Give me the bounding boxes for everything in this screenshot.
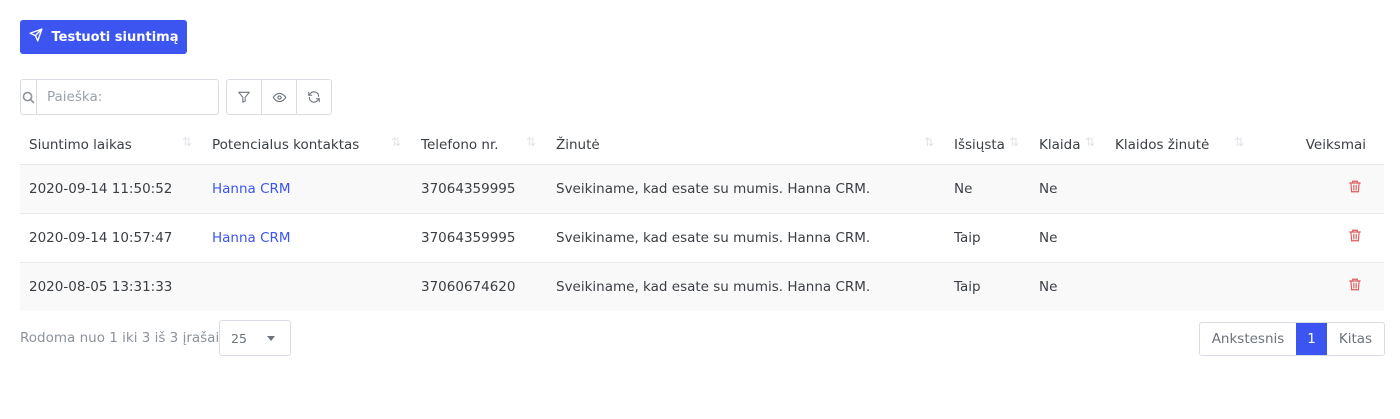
column-header-time[interactable]: Siuntimo laikas ⇅ — [20, 126, 203, 165]
cell-contact — [203, 262, 412, 311]
column-header-contact[interactable]: Potencialus kontaktas ⇅ — [203, 126, 412, 165]
paper-plane-icon — [28, 28, 43, 46]
sort-icon: ⇅ — [1233, 135, 1244, 149]
page-size-value: 25 — [231, 330, 247, 346]
sms-log-table: Siuntimo laikas ⇅ Potencialus kontaktas ⇅ … — [20, 126, 1384, 311]
cell-actions — [1255, 164, 1384, 214]
cell-sent: Taip — [945, 262, 1030, 311]
pagination: Ankstesnis 1 Kitas — [1199, 322, 1385, 356]
column-header-message[interactable]: Žinutė ⇅ — [547, 126, 945, 165]
contact-link[interactable]: Hanna CRM — [212, 230, 291, 246]
test-sending-button[interactable]: Testuoti siuntimą — [20, 20, 187, 54]
cell-error-message — [1106, 164, 1255, 214]
cell-phone: 37064359995 — [412, 164, 547, 214]
sort-icon: ⇅ — [525, 135, 536, 149]
table-tools — [226, 79, 332, 115]
table-row: 2020-09-14 11:50:52 Hanna CRM 3706435999… — [20, 164, 1384, 214]
search-icon — [21, 80, 37, 114]
cell-message: Sveikiname, kad esate su mumis. Hanna CR… — [547, 262, 945, 311]
column-header-phone[interactable]: Telefono nr. ⇅ — [412, 126, 547, 165]
cell-actions — [1255, 262, 1384, 311]
cell-error-message — [1106, 262, 1255, 311]
table-header-row: Siuntimo laikas ⇅ Potencialus kontaktas ⇅ … — [20, 126, 1384, 165]
column-header-actions: Veiksmai — [1255, 126, 1384, 165]
current-page-button[interactable]: 1 — [1296, 323, 1327, 355]
trash-icon[interactable] — [1348, 228, 1362, 247]
cell-error: Ne — [1030, 213, 1106, 263]
cell-contact: Hanna CRM — [203, 213, 412, 263]
column-header-error[interactable]: Klaida ⇅ — [1030, 126, 1106, 165]
cell-contact: Hanna CRM — [203, 164, 412, 214]
sort-icon: ⇅ — [1008, 135, 1019, 149]
cell-sent: Ne — [945, 164, 1030, 214]
table-row: 2020-08-05 13:31:33 37060674620 Sveikina… — [20, 262, 1384, 311]
page-size-select[interactable]: 25 — [219, 320, 291, 356]
next-page-button[interactable]: Kitas — [1327, 323, 1384, 355]
search-input[interactable] — [37, 80, 218, 114]
cell-time: 2020-09-14 11:50:52 — [20, 164, 203, 214]
cell-time: 2020-08-05 13:31:33 — [20, 262, 203, 311]
cell-phone: 37064359995 — [412, 213, 547, 263]
search-box — [20, 79, 219, 115]
eye-icon[interactable] — [261, 80, 296, 114]
sort-icon: ⇅ — [390, 135, 401, 149]
table-row: 2020-09-14 10:57:47 Hanna CRM 3706435999… — [20, 213, 1384, 263]
pagination-info: Rodoma nuo 1 iki 3 iš 3 įrašai — [20, 330, 220, 346]
trash-icon[interactable] — [1348, 277, 1362, 296]
trash-icon[interactable] — [1348, 179, 1362, 198]
sort-icon: ⇅ — [181, 135, 192, 149]
cell-error: Ne — [1030, 262, 1106, 311]
refresh-icon[interactable] — [296, 80, 331, 114]
sort-icon: ⇅ — [1084, 135, 1095, 149]
filter-icon[interactable] — [227, 80, 261, 114]
cell-error: Ne — [1030, 164, 1106, 214]
chevron-down-icon — [267, 336, 275, 341]
cell-actions — [1255, 213, 1384, 263]
test-sending-label: Testuoti siuntimą — [51, 29, 179, 45]
cell-error-message — [1106, 213, 1255, 263]
column-header-error-message[interactable]: Klaidos žinutė ⇅ — [1106, 126, 1255, 165]
cell-phone: 37060674620 — [412, 262, 547, 311]
cell-sent: Taip — [945, 213, 1030, 263]
cell-time: 2020-09-14 10:57:47 — [20, 213, 203, 263]
column-header-sent[interactable]: Išsiųsta ⇅ — [945, 126, 1030, 165]
sort-icon: ⇅ — [923, 135, 934, 149]
previous-page-button[interactable]: Ankstesnis — [1200, 323, 1296, 355]
cell-message: Sveikiname, kad esate su mumis. Hanna CR… — [547, 164, 945, 214]
cell-message: Sveikiname, kad esate su mumis. Hanna CR… — [547, 213, 945, 263]
contact-link[interactable]: Hanna CRM — [212, 181, 291, 197]
